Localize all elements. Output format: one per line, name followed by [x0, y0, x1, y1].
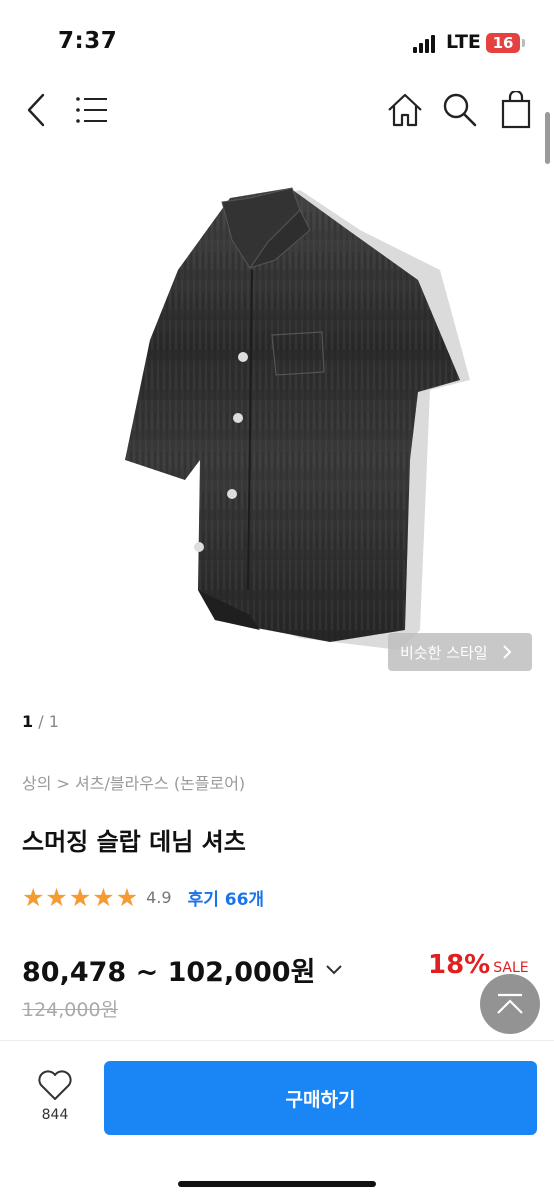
like-count: 844 — [41, 1107, 69, 1123]
chevron-down-icon — [326, 964, 343, 974]
star-icon: ★ — [68, 882, 92, 912]
network-type: LTE — [446, 31, 481, 53]
search-button[interactable] — [438, 88, 482, 132]
product-title: 스머징 슬랍 데님 셔츠 — [22, 828, 246, 856]
discount-percent: 18% — [428, 950, 491, 980]
star-icon: ★ — [115, 882, 139, 912]
back-button[interactable] — [14, 88, 58, 132]
home-button[interactable] — [383, 88, 427, 132]
heart-icon — [38, 1070, 72, 1100]
rating-stars: ★ ★ ★ ★ ★ — [22, 885, 138, 910]
scroll-up-icon — [497, 993, 523, 1014]
bottom-action-bar: 844 구매하기 — [0, 1040, 554, 1200]
similar-style-label: 비슷한 스타일 — [400, 643, 488, 662]
cart-button[interactable] — [494, 88, 538, 132]
chevron-right-icon — [502, 645, 511, 659]
menu-icon — [76, 97, 107, 123]
rating-score: 4.9 — [146, 887, 172, 907]
battery-icon: 16 — [486, 33, 520, 53]
status-bar: 7:37 LTE 16 — [0, 0, 554, 80]
original-price: 124,000원 — [22, 999, 119, 1021]
battery-cap — [522, 39, 525, 47]
similar-style-button[interactable]: 비슷한 스타일 — [388, 633, 532, 671]
star-icon: ★ — [22, 882, 45, 912]
back-icon — [27, 93, 45, 127]
home-indicator — [178, 1181, 376, 1187]
denim-shirt-image — [125, 187, 470, 650]
buy-button[interactable]: 구매하기 — [104, 1061, 537, 1135]
price-range-toggle[interactable]: 80,478 ~ 102,000원 — [22, 950, 343, 989]
price-range: 80,478 ~ 102,000원 — [22, 957, 316, 988]
star-icon: ★ — [45, 882, 68, 912]
image-page-indicator: 1 / 1 — [22, 712, 59, 731]
home-icon — [388, 93, 422, 127]
search-icon — [443, 93, 477, 127]
scroll-to-top-button[interactable] — [480, 974, 540, 1034]
like-button[interactable]: 844 — [30, 1069, 80, 1135]
star-icon: ★ — [92, 882, 115, 912]
scroll-indicator[interactable] — [545, 112, 550, 164]
cart-icon — [501, 91, 531, 129]
page-total: / 1 — [38, 712, 59, 731]
breadcrumb[interactable]: 상의 > 셔츠/블라우스 (논플로어) — [22, 770, 245, 794]
page-current: 1 — [22, 712, 34, 731]
top-navigation — [0, 80, 554, 142]
review-link[interactable]: 후기 66개 — [188, 885, 265, 910]
status-time: 7:37 — [58, 28, 118, 54]
rating-row: ★ ★ ★ ★ ★ 4.9 후기 66개 — [22, 882, 264, 912]
product-image[interactable] — [0, 160, 554, 690]
signal-icon — [413, 35, 439, 53]
menu-button[interactable] — [70, 88, 114, 132]
